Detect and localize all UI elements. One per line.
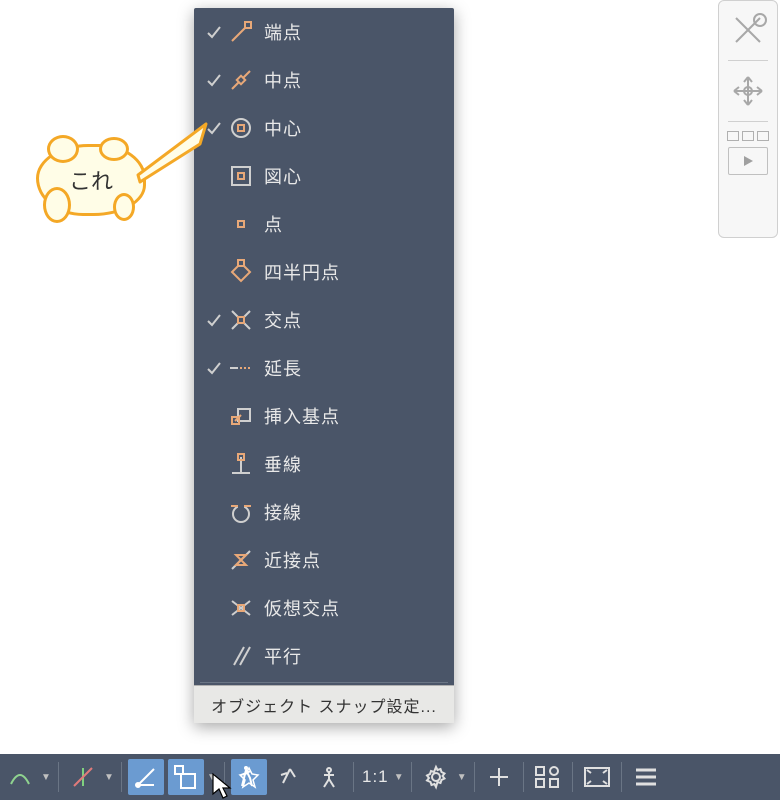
nav-pan-icon[interactable] — [723, 66, 773, 116]
intersection-icon — [224, 307, 258, 333]
snap-item-intersection[interactable]: 交点 — [194, 296, 454, 344]
right-toolbar — [718, 0, 778, 238]
mini-panels-icon[interactable] — [727, 127, 769, 145]
centroid-icon — [224, 163, 258, 189]
menu-item-label: 延長 — [258, 355, 444, 381]
check-icon — [204, 360, 224, 376]
chevron-down-icon[interactable]: ▼ — [40, 772, 54, 783]
menu-item-label: 仮想交点 — [258, 595, 444, 621]
separator — [728, 60, 768, 61]
divider — [411, 762, 412, 792]
snap-item-point[interactable]: 点 — [194, 200, 454, 248]
play-panel-icon[interactable] — [728, 147, 768, 175]
snap-item-endpoint[interactable]: 端点 — [194, 8, 454, 56]
menu-item-label: 端点 — [258, 19, 444, 45]
snap-item-insert[interactable]: 挿入基点 — [194, 392, 454, 440]
check-icon — [204, 72, 224, 88]
divider — [353, 762, 354, 792]
sb-axis-button[interactable] — [65, 759, 101, 795]
sb-layout-button[interactable] — [530, 759, 566, 795]
chevron-down-icon[interactable]: ▼ — [456, 772, 470, 783]
snap-item-centroid[interactable]: 図心 — [194, 152, 454, 200]
perpendicular-icon — [224, 451, 258, 477]
divider — [523, 762, 524, 792]
sb-walk-button[interactable] — [231, 759, 267, 795]
callout-annotation: これ — [36, 144, 146, 216]
extend-icon — [224, 355, 258, 381]
menu-item-label: 中点 — [258, 67, 444, 93]
menu-item-label: 接線 — [258, 499, 444, 525]
snap-item-quadrant[interactable]: 四半円点 — [194, 248, 454, 296]
sb-menu-button[interactable] — [628, 759, 664, 795]
menu-item-label: 挿入基点 — [258, 403, 444, 429]
snap-item-tangent[interactable]: 接線 — [194, 488, 454, 536]
check-icon — [204, 24, 224, 40]
menu-item-label: 点 — [258, 211, 444, 237]
scale-label[interactable]: 1:1 — [358, 767, 393, 787]
sb-angle-button[interactable] — [128, 759, 164, 795]
sb-person-button[interactable] — [311, 759, 347, 795]
menu-separator — [200, 682, 448, 683]
divider — [621, 762, 622, 792]
divider — [572, 762, 573, 792]
nearest-icon — [224, 547, 258, 573]
parallel-icon — [224, 643, 258, 669]
divider — [58, 762, 59, 792]
tangent-icon — [224, 499, 258, 525]
snap-item-nearest[interactable]: 近接点 — [194, 536, 454, 584]
snap-context-menu: 端点中点中心図心点四半円点交点延長挿入基点垂線接線近接点仮想交点平行 オブジェク… — [194, 8, 454, 723]
insert-icon — [224, 403, 258, 429]
snap-item-apparent[interactable]: 仮想交点 — [194, 584, 454, 632]
sb-snap-button[interactable] — [168, 759, 204, 795]
snap-settings-label: オブジェクト スナップ設定... — [211, 693, 437, 717]
sb-gear-button[interactable] — [418, 759, 454, 795]
point-icon — [224, 211, 258, 237]
separator — [728, 121, 768, 122]
chevron-down-icon[interactable]: ▼ — [393, 772, 407, 783]
snap-item-extend[interactable]: 延長 — [194, 344, 454, 392]
nav-cross-icon[interactable] — [723, 5, 773, 55]
menu-item-label: 近接点 — [258, 547, 444, 573]
center-icon — [224, 115, 258, 141]
quadrant-icon — [224, 259, 258, 285]
snap-item-perpendicular[interactable]: 垂線 — [194, 440, 454, 488]
snap-settings-item[interactable]: オブジェクト スナップ設定... — [194, 685, 454, 723]
chevron-down-icon[interactable]: ▼ — [103, 772, 117, 783]
snap-item-midpoint[interactable]: 中点 — [194, 56, 454, 104]
divider — [224, 762, 225, 792]
menu-item-label: 平行 — [258, 643, 444, 669]
menu-item-label: 垂線 — [258, 451, 444, 477]
sb-plus-button[interactable] — [481, 759, 517, 795]
divider — [474, 762, 475, 792]
status-bar: ▼ ▼ ▼ — [0, 754, 780, 800]
menu-item-label: 中心 — [258, 115, 444, 141]
check-icon — [204, 120, 224, 136]
divider — [121, 762, 122, 792]
sb-arc-button[interactable] — [2, 759, 38, 795]
menu-item-label: 四半円点 — [258, 259, 444, 285]
snap-item-center[interactable]: 中心 — [194, 104, 454, 152]
callout-text: これ — [69, 164, 113, 196]
midpoint-icon — [224, 67, 258, 93]
sb-fullscreen-button[interactable] — [579, 759, 615, 795]
menu-item-label: 図心 — [258, 163, 444, 189]
menu-item-label: 交点 — [258, 307, 444, 333]
chevron-down-icon[interactable]: ▼ — [206, 772, 220, 783]
apparent-icon — [224, 595, 258, 621]
check-icon — [204, 312, 224, 328]
sb-spark-button[interactable] — [271, 759, 307, 795]
endpoint-icon — [224, 19, 258, 45]
callout-bubble: これ — [36, 144, 146, 216]
snap-item-parallel[interactable]: 平行 — [194, 632, 454, 680]
